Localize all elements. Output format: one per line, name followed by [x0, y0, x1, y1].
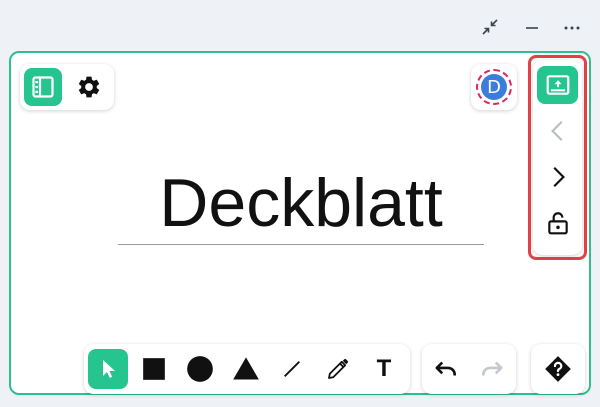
- undo-button[interactable]: [426, 349, 466, 389]
- minimize-icon: [526, 27, 538, 29]
- more-options-button[interactable]: [561, 16, 583, 38]
- more-options-icon: [564, 26, 580, 30]
- avatar-initial: D: [481, 74, 507, 100]
- collapse-button[interactable]: [479, 16, 501, 38]
- triangle-icon: [233, 357, 259, 380]
- lock-open-icon: [547, 212, 568, 235]
- triangle-tool-button[interactable]: [226, 349, 266, 389]
- circle-tool-button[interactable]: [180, 349, 220, 389]
- pencil-tool-button[interactable]: [318, 349, 358, 389]
- undo-icon: [435, 361, 456, 376]
- slide-panel-button[interactable]: [24, 68, 62, 106]
- drawing-toolbar: T: [84, 344, 410, 394]
- pointer-icon: [103, 360, 115, 378]
- title-underline: [118, 244, 484, 245]
- help-button[interactable]: [538, 349, 578, 389]
- avatar[interactable]: D: [476, 69, 512, 105]
- help-diamond-icon: [545, 356, 571, 382]
- chevron-left-icon: [550, 121, 563, 141]
- present-icon: [546, 75, 569, 95]
- history-toolbar: [422, 344, 516, 394]
- text-icon: T: [376, 355, 392, 382]
- previous-slide-button[interactable]: [537, 112, 578, 150]
- redo-button[interactable]: [472, 349, 512, 389]
- slide-panel-icon: [32, 76, 54, 98]
- lock-button[interactable]: [537, 204, 578, 242]
- slide-title[interactable]: Deckblatt: [118, 164, 484, 242]
- settings-button[interactable]: [70, 68, 108, 106]
- next-slide-button[interactable]: [537, 158, 578, 196]
- gear-icon: [78, 76, 100, 98]
- text-tool-button[interactable]: T: [364, 349, 404, 389]
- minimize-button[interactable]: [521, 16, 543, 38]
- pointer-tool-button[interactable]: [88, 349, 128, 389]
- pencil-icon: [328, 358, 349, 379]
- rectangle-tool-button[interactable]: [134, 349, 174, 389]
- user-avatar-card[interactable]: D: [471, 64, 517, 110]
- circle-icon: [187, 356, 213, 382]
- line-icon: [284, 361, 300, 377]
- chevron-right-icon: [552, 167, 565, 187]
- redo-icon: [482, 361, 503, 376]
- rectangle-icon: [143, 358, 165, 380]
- line-tool-button[interactable]: [272, 349, 312, 389]
- top-left-toolbar: [20, 64, 114, 110]
- slide-navigation: [533, 60, 582, 255]
- help-card: [531, 344, 585, 394]
- collapse-arrows-icon: [482, 19, 498, 35]
- present-button[interactable]: [537, 66, 578, 104]
